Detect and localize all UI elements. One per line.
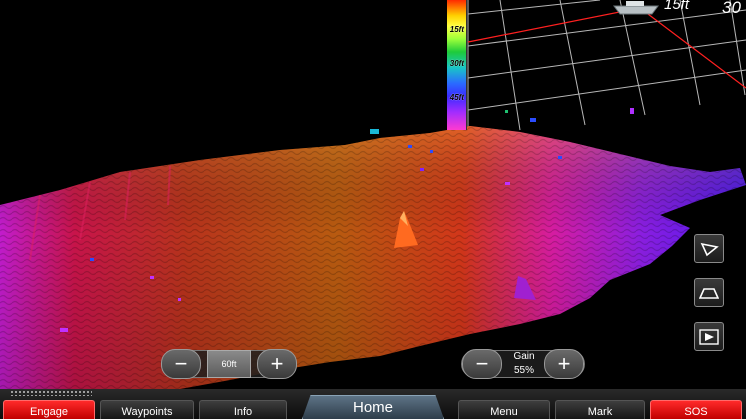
depth-color-scale: 15ft 30ft 45ft <box>447 0 467 130</box>
depth-grid <box>467 0 746 140</box>
bottom-terrain <box>0 126 746 389</box>
gain-decrease-button[interactable]: − <box>462 349 502 379</box>
view-angle-2-button[interactable] <box>694 278 724 307</box>
home-button[interactable]: Home <box>302 395 444 419</box>
view-angle-2-icon <box>699 287 719 299</box>
engage-button[interactable]: Engage <box>3 400 95 419</box>
info-button[interactable]: Info <box>199 400 287 419</box>
top-depth-label-2: 30 <box>722 0 741 17</box>
depth-tick-45: 45ft <box>449 93 464 102</box>
range-zoom-out-button[interactable]: − <box>161 349 201 379</box>
top-depth-label: 15ft <box>664 0 690 13</box>
view-angle-1-icon <box>700 242 719 256</box>
boat-icon <box>613 1 659 15</box>
range-value: 60ft <box>207 350 251 378</box>
view-angle-1-button[interactable] <box>694 234 724 263</box>
view-flat-icon <box>699 328 719 345</box>
page-indicator-dots <box>10 390 92 396</box>
sos-button[interactable]: SOS <box>650 400 742 419</box>
sonar-3d-view <box>0 0 746 389</box>
view-flat-button[interactable] <box>694 322 724 351</box>
menu-button[interactable]: Menu <box>458 400 550 419</box>
gain-readout: Gain 55% <box>506 350 542 378</box>
depth-tick-30: 30ft <box>449 59 464 68</box>
depth-tick-15: 15ft <box>449 25 464 34</box>
gain-label: Gain <box>513 351 535 362</box>
gain-increase-button[interactable]: + <box>544 349 584 379</box>
gain-value: 55% <box>513 365 534 376</box>
waypoints-button[interactable]: Waypoints <box>100 400 194 419</box>
mark-button[interactable]: Mark <box>555 400 645 419</box>
range-zoom-in-button[interactable]: + <box>257 349 297 379</box>
